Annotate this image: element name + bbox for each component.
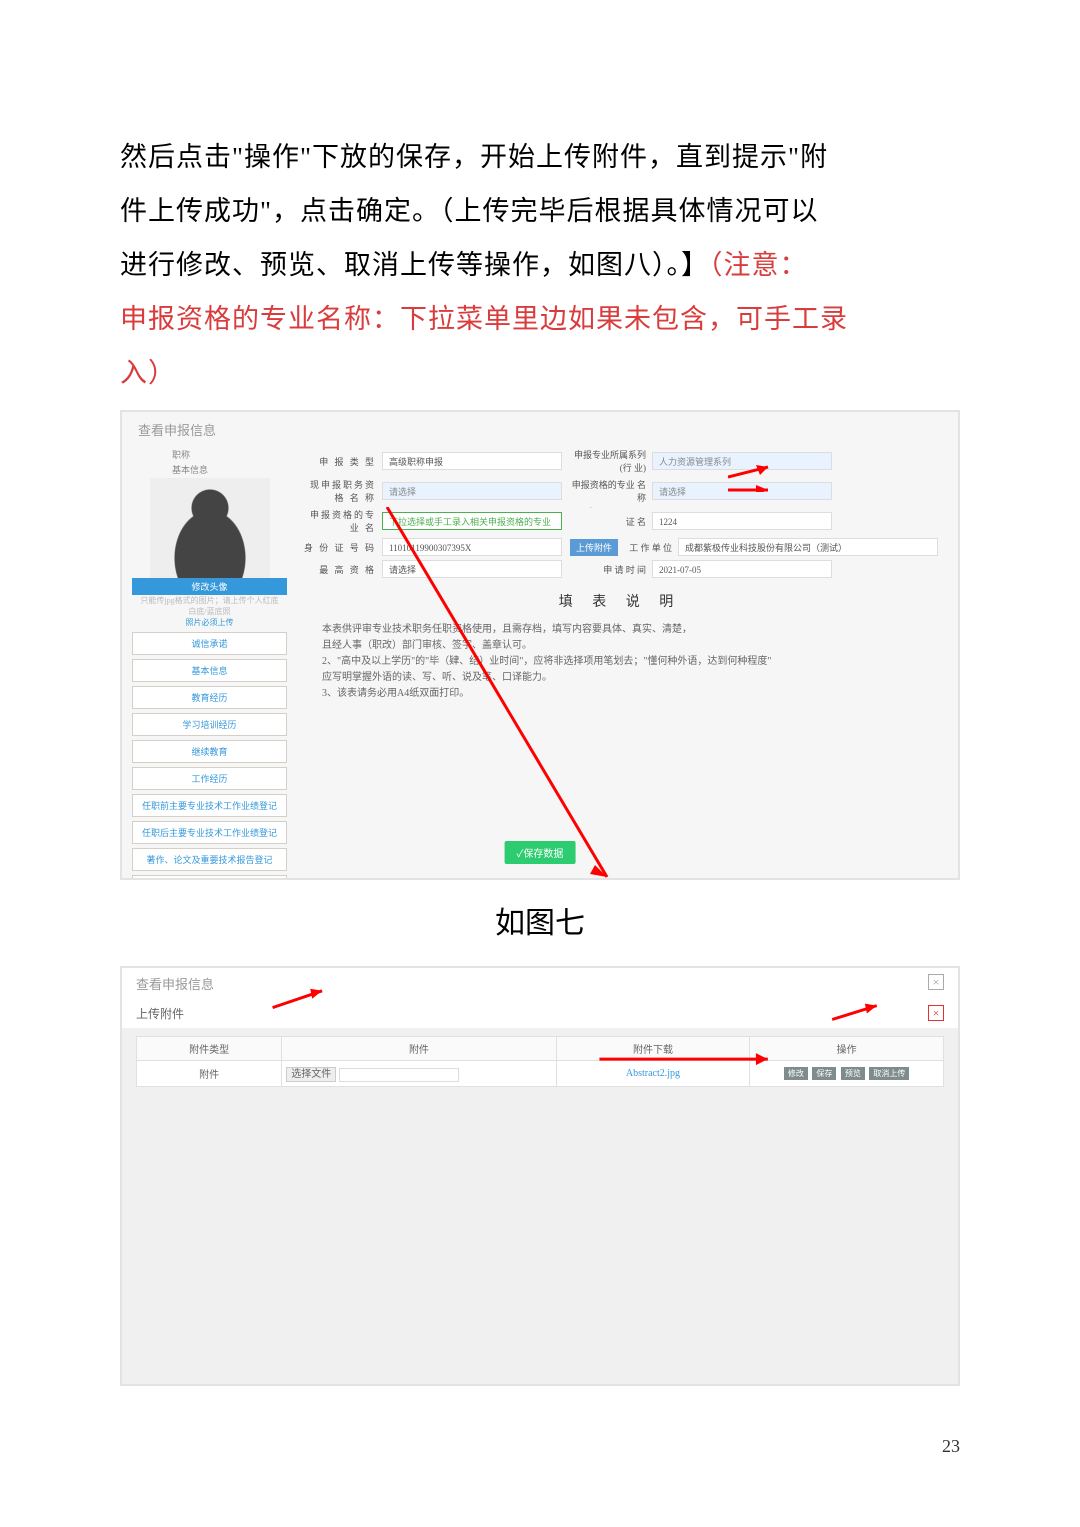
warn-part2: 申报资格的专业名称：下拉菜单里边如果未包含，可手工录 xyxy=(120,304,848,334)
sidebar-item[interactable]: 诚信承诺 xyxy=(132,632,287,655)
avatar-note2: 白底/蓝底照 xyxy=(132,606,287,617)
save-data-button[interactable]: ✓保存数据 xyxy=(505,841,576,864)
upload-attachment-button[interactable]: 上传附件 xyxy=(570,539,618,556)
figure-caption-7: 如图七 xyxy=(120,898,960,942)
form-label: 证 名 xyxy=(562,515,652,528)
fill-line: 3、该表请务必用A4纸双面打印。 xyxy=(322,686,918,702)
form-label: 工 作 单 位 xyxy=(618,541,678,554)
choose-file-button[interactable]: 选择文件 xyxy=(286,1067,336,1082)
avatar-note3: 照片必须上传 xyxy=(132,617,287,628)
form-label: 申 请 时 间 xyxy=(562,563,652,576)
para-line1: 然后点击"操作"下放的保存，开始上传附件，直到提示"附 xyxy=(120,142,828,172)
form-value: 11010119900307395X xyxy=(382,538,562,556)
fill-line: 2、"高中及以上学历"的"毕（肄、结）业时间"，应将非选择项用笔划去；"懂何种外… xyxy=(322,654,918,670)
avatar-note1: 只能传jpg格式的图片；请上传个人红底 xyxy=(132,595,287,606)
form-value: 高级职称申报 xyxy=(382,452,562,470)
red-annotation-arrows-bottom xyxy=(122,968,958,1384)
fill-line: 应写明掌握外语的读、写、听、说及笔、口译能力。 xyxy=(322,670,918,686)
sidebar-item[interactable]: 基本信息 xyxy=(132,659,287,682)
form-label: 申 报 类 型 xyxy=(302,455,382,468)
sidebar-item[interactable]: 任职前主要专业技术工作业绩登记 xyxy=(132,794,287,817)
form-label: 申报资格的专业 名 称 xyxy=(562,478,652,504)
op-cancel-upload-button[interactable]: 取消上传 xyxy=(869,1067,909,1080)
warn-part3: 入） xyxy=(120,358,176,388)
fill-line: 本表供评审专业技术职务任职资格使用，且需存档，填写内容要具体、真实、清楚， xyxy=(322,622,918,638)
th-download: 附件下载 xyxy=(556,1037,750,1061)
sidebar-item[interactable]: 著作、论文及重要技术报告登记 xyxy=(132,848,287,871)
close-icon[interactable]: × xyxy=(928,974,944,990)
warn-part1: （注意： xyxy=(709,250,808,280)
close-icon-inner[interactable]: × xyxy=(928,1005,944,1021)
tab-basicinfo[interactable]: 基本信息 xyxy=(172,463,287,476)
form-dropdown[interactable]: 请选择 xyxy=(382,482,562,500)
form-dropdown[interactable]: 请选择 xyxy=(382,560,562,578)
form-label: 申报专业所属系列 (行 业) xyxy=(562,448,652,474)
avatar-placeholder xyxy=(150,478,270,578)
avatar-button[interactable]: 修改头像 xyxy=(132,578,287,595)
form-value: 成都紫极传业科技股份有限公司（测试） xyxy=(678,538,938,556)
screenshot-figure-8: 查看申报信息 × 上传附件 × 附件类型 附件 附件下载 操作 附件 选择文件 xyxy=(120,966,960,1386)
form-label: 申报资格的专业 名 xyxy=(302,508,382,534)
form-value: 1224 xyxy=(652,512,832,530)
window-title-2: 查看申报信息 xyxy=(136,974,214,993)
red-annotation-arrows-top xyxy=(728,462,808,492)
fill-instructions-title: 填 表 说 明 xyxy=(322,592,918,614)
th-attachment: 附件 xyxy=(282,1037,556,1061)
file-path-field xyxy=(339,1068,459,1082)
fill-line: 且经人事（职改）部门审核、签字、盖章认可。 xyxy=(322,638,918,654)
form-label: 现申报职务资格 名 称 xyxy=(302,478,382,504)
row-type: 附件 xyxy=(137,1061,282,1087)
para-line3: 进行修改、预览、取消上传等操作，如图八）。】 xyxy=(120,250,709,280)
sidebar-item[interactable]: 考试成绩 xyxy=(132,875,287,880)
window-title: 查看申报信息 xyxy=(138,420,216,439)
attachment-download-link[interactable]: Abstract2.jpg xyxy=(626,1068,680,1079)
sidebar-item[interactable]: 教育经历 xyxy=(132,686,287,709)
op-modify-button[interactable]: 修改 xyxy=(784,1067,808,1080)
form-label: 最 高 资 格 xyxy=(302,563,382,576)
op-preview-button[interactable]: 预览 xyxy=(841,1067,865,1080)
upload-attachment-title: 上传附件 xyxy=(136,1005,184,1022)
specialty-input[interactable]: 下拉选择或手工录入相关申报资格的专业 xyxy=(382,512,562,530)
screenshot-figure-7: 查看申报信息 职称 基本信息 修改头像 只能传jpg格式的图片；请上传个人红底 … xyxy=(120,410,960,880)
tab-zhicheng[interactable]: 职称 xyxy=(172,448,287,461)
page-number: 23 xyxy=(942,1436,960,1457)
sidebar-item[interactable]: 学习培训经历 xyxy=(132,713,287,736)
op-save-button[interactable]: 保存 xyxy=(812,1067,836,1080)
sidebar-item[interactable]: 工作经历 xyxy=(132,767,287,790)
form-value: 2021-07-05 xyxy=(652,560,832,578)
sidebar-item[interactable]: 继续教育 xyxy=(132,740,287,763)
para-line2: 件上传成功"，点击确定。（上传完毕后根据具体情况可以 xyxy=(120,196,819,226)
sidebar-item[interactable]: 任职后主要专业技术工作业绩登记 xyxy=(132,821,287,844)
th-type: 附件类型 xyxy=(137,1037,282,1061)
th-operation: 操作 xyxy=(750,1037,944,1061)
form-label: 身 份 证 号 码 xyxy=(302,541,382,554)
